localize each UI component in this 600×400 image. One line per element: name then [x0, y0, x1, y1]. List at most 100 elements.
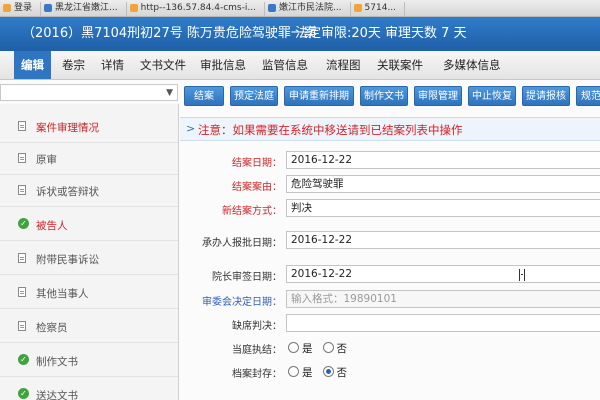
sidebar-item-original-trial[interactable]: 原审	[0, 144, 178, 175]
main-menu: 编辑 卷宗 详情 文书文件 审批信息 监管信息 流程图 关联案件 多媒体信息	[0, 51, 600, 80]
menu-approval-info[interactable]: 审批信息	[200, 51, 246, 79]
court-execution-radio-group: 是否	[288, 341, 357, 356]
report-date-field[interactable]: 2016-12-22	[286, 231, 600, 249]
browser-tab[interactable]: http--136.57.84.4-cms-i...	[127, 2, 265, 16]
page-favicon-icon	[44, 4, 53, 12]
court-execution-no-radio[interactable]	[322, 342, 334, 353]
close-reason-label: 结案案由：	[232, 182, 282, 193]
menu-supervision-info[interactable]: 监管信息	[262, 51, 308, 79]
sidebar-item-label: 送达文书	[36, 390, 78, 400]
text-cursor-icon	[519, 269, 525, 281]
archive-seal-no-radio[interactable]	[322, 366, 334, 377]
menu-multimedia-info[interactable]: 多媒体信息	[443, 51, 501, 79]
sidebar-item-label: 检察员	[36, 322, 68, 334]
document-icon	[18, 253, 26, 263]
radio-label: 否	[336, 343, 348, 355]
close-date-field[interactable]: 2016-12-22	[286, 151, 600, 169]
menu-edit[interactable]: 编辑	[14, 51, 51, 79]
sidebar-item-label: 诉状或答辩状	[36, 186, 99, 198]
committee-date-field[interactable]: 输入格式：19890101	[286, 290, 600, 308]
close-reason-field[interactable]: 危险驾驶罪	[286, 175, 600, 193]
close-date-label: 结案日期：	[232, 158, 282, 169]
menu-dossier[interactable]: 卷宗	[62, 51, 85, 79]
sidebar-item-label: 其他当事人	[36, 288, 89, 300]
sidebar-item-other-parties[interactable]: 其他当事人	[0, 278, 178, 309]
document-icon	[18, 321, 26, 331]
browser-tab-label: 嫩江市民法院...	[278, 3, 342, 13]
sidebar-item-label: 制作文书	[36, 356, 78, 368]
sidebar-item-label: 被告人	[36, 220, 68, 232]
sidebar-item-prosecutor[interactable]: 检察员	[0, 312, 178, 343]
browser-tab-label: 5714...	[364, 3, 397, 13]
close-method-label: 新结案方式：	[222, 206, 282, 217]
archive-seal-radio-group: 是否	[288, 365, 357, 380]
radio-label: 是	[302, 367, 313, 379]
sidebar: 案件审理情况 原审 诉状或答辩状 ✓ 被告人 附带民事诉讼 其他当事人 检察员 …	[0, 104, 179, 400]
sidebar-item-make-document[interactable]: ✓ 制作文书	[0, 346, 178, 377]
case-title-bar: （2016）黑7104刑初27号 陈万贵危险驾驶罪一案 法定审限:20天 审理天…	[0, 17, 600, 51]
reschedule-request-button[interactable]: 申请重新排期	[284, 86, 354, 106]
browser-tab[interactable]: 5714...	[351, 2, 406, 16]
radio-label: 否	[336, 367, 348, 379]
close-case-button[interactable]: 结案	[184, 86, 224, 106]
standardization-button[interactable]: 规范化管	[576, 86, 600, 106]
absent-verdict-label: 缺席判决：	[232, 321, 282, 332]
screen: 登录 黑龙江省嫩江... http--136.57.84.4-cms-i... 嫩江市…	[0, 0, 600, 400]
president-date-label: 院长审签日期：	[212, 272, 282, 283]
document-icon	[18, 185, 26, 195]
page-favicon-icon	[3, 4, 11, 12]
sidebar-item-complaint[interactable]: 诉状或答辩状	[0, 176, 178, 207]
notice-banner: > 注意：如果需要在系统中移送请到已结案列表中操作	[180, 117, 600, 141]
document-icon	[18, 287, 26, 297]
document-icon	[18, 153, 26, 163]
book-courtroom-button[interactable]: 预定法庭	[230, 86, 278, 106]
sidebar-item-defendant[interactable]: ✓ 被告人	[0, 210, 178, 241]
sidebar-item-serve-document[interactable]: ✓ 送达文书	[0, 380, 178, 400]
menu-flowchart[interactable]: 流程图	[326, 51, 361, 79]
court-execution-yes-radio[interactable]	[288, 342, 299, 353]
document-icon	[18, 121, 26, 131]
browser-tab[interactable]: 黑龙江省嫩江...	[41, 2, 127, 16]
chevron-down-icon: ▼	[166, 88, 173, 98]
archive-seal-yes-radio[interactable]	[288, 366, 299, 377]
menu-related-cases[interactable]: 关联案件	[377, 51, 423, 79]
page-favicon-icon	[129, 4, 138, 12]
check-circle-icon: ✓	[18, 354, 29, 365]
deadline-management-button[interactable]: 审限管理	[414, 86, 462, 106]
report-date-label: 承办人报批日期：	[202, 238, 282, 249]
browser-tab-label: 登录	[14, 3, 33, 13]
browser-tab[interactable]: 登录	[0, 2, 42, 16]
radio-label: 是	[302, 343, 313, 355]
check-circle-icon: ✓	[18, 388, 29, 399]
menu-details[interactable]: 详情	[101, 51, 124, 79]
submit-review-button[interactable]: 提请报核	[522, 86, 570, 106]
committee-date-label: 审委会决定日期：	[202, 297, 282, 308]
close-method-field[interactable]: 判决	[286, 199, 600, 217]
page-favicon-icon	[353, 4, 362, 12]
sidebar-item-trial-status[interactable]: 案件审理情况	[0, 112, 178, 143]
browser-tab-label: http--136.57.84.4-cms-i...	[140, 3, 256, 13]
sidebar-item-label: 案件审理情况	[36, 122, 99, 134]
browser-tab-label: 黑龙江省嫩江...	[55, 3, 118, 13]
absent-verdict-field[interactable]	[286, 314, 600, 332]
check-circle-icon: ✓	[18, 218, 29, 229]
action-toolbar: 结案 预定法庭 申请重新排期 制作文书 审限管理 中止恢复 提请报核 规范化管	[184, 86, 600, 108]
sidebar-item-civil-suit[interactable]: 附带民事诉讼	[0, 244, 178, 275]
suspend-resume-button[interactable]: 中止恢复	[468, 86, 516, 106]
browser-tab-strip: 登录 黑龙江省嫩江... http--136.57.84.4-cms-i... 嫩江市…	[0, 0, 600, 17]
browser-tab[interactable]: 嫩江市民法院...	[265, 2, 351, 16]
sidebar-item-label: 原审	[36, 154, 57, 166]
trial-deadline-text: 法定审限:20天 审理天数 7 天	[295, 26, 467, 41]
president-date-field[interactable]: 2016-12-22	[286, 265, 600, 283]
case-closing-form: 结案日期： 2016-12-22 结案案由： 危险驾驶罪 新结案方式： 判决 承…	[180, 140, 600, 400]
court-execution-label: 当庭执结：	[232, 345, 282, 356]
sidebar-item-label: 附带民事诉讼	[36, 254, 99, 266]
notice-text: 注意：如果需要在系统中移送请到已结案列表中操作	[198, 123, 463, 137]
menu-document-files[interactable]: 文书文件	[140, 51, 186, 79]
case-title: （2016）黑7104刑初27号 陈万贵危险驾驶罪一案	[22, 26, 317, 41]
make-document-button[interactable]: 制作文书	[360, 86, 408, 106]
sidebar-dropdown[interactable]: ▼	[0, 84, 178, 101]
archive-seal-label: 档案封存：	[232, 369, 282, 380]
chevron-right-icon: >	[186, 122, 196, 135]
page-favicon-icon	[267, 4, 276, 12]
